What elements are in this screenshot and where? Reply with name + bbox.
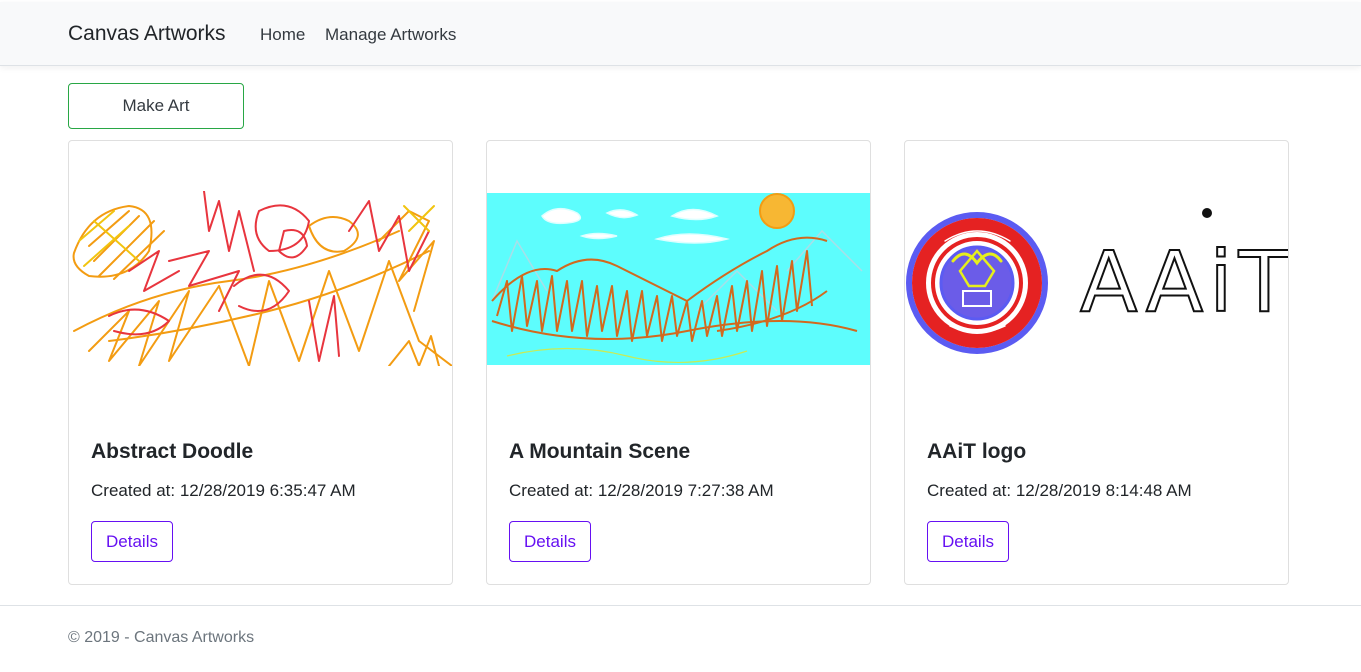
nav-link-manage-artworks[interactable]: Manage Artworks xyxy=(325,25,456,45)
artwork-created-at: Created at: 12/28/2019 7:27:38 AM xyxy=(509,481,774,500)
make-art-button[interactable]: Make Art xyxy=(68,83,244,129)
artwork-thumbnail-aait-logo[interactable]: AAiT xyxy=(905,191,1288,366)
details-button[interactable]: Details xyxy=(509,521,591,562)
footer-copyright: © 2019 - Canvas Artworks xyxy=(68,629,255,646)
artwork-card: AAiT AAiT logo Created at: 12/28/2019 8:… xyxy=(904,140,1289,585)
artwork-created-at: Created at: 12/28/2019 8:14:48 AM xyxy=(927,481,1192,500)
artwork-title: A Mountain Scene xyxy=(509,440,691,463)
navbar: Canvas Artworks Home Manage Artworks xyxy=(0,2,1361,66)
artwork-title: Abstract Doodle xyxy=(91,440,254,463)
footer-divider xyxy=(0,605,1361,606)
artwork-title: AAiT logo xyxy=(927,440,1027,463)
artwork-created-at: Created at: 12/28/2019 6:35:47 AM xyxy=(91,481,356,500)
artwork-card: Abstract Doodle Created at: 12/28/2019 6… xyxy=(68,140,453,585)
artwork-thumbnail-mountain-scene[interactable] xyxy=(487,191,870,366)
nav-link-home[interactable]: Home xyxy=(260,25,305,45)
details-button[interactable]: Details xyxy=(927,521,1009,562)
brand-link[interactable]: Canvas Artworks xyxy=(68,22,226,46)
aait-logo-text: AAiT xyxy=(1080,233,1288,331)
details-button[interactable]: Details xyxy=(91,521,173,562)
artwork-thumbnail-abstract-doodle[interactable] xyxy=(69,191,452,366)
artwork-card: A Mountain Scene Created at: 12/28/2019 … xyxy=(486,140,871,585)
